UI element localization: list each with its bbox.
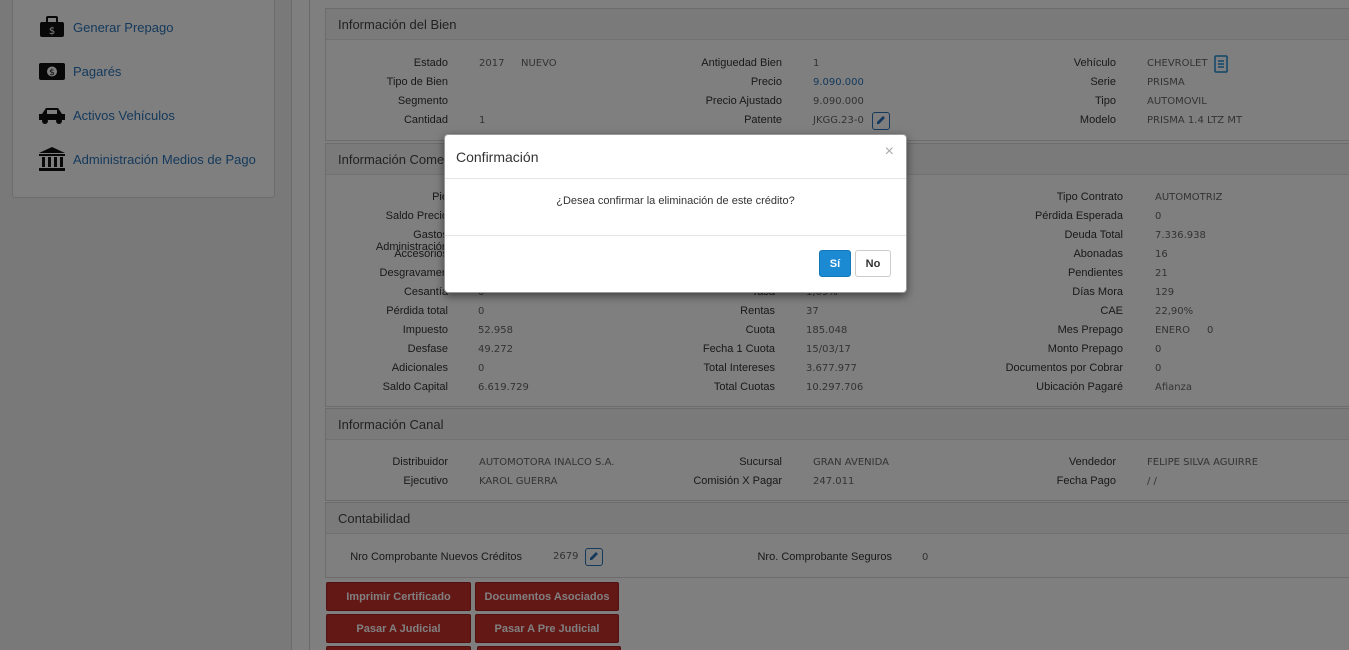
modal-backdrop[interactable] <box>0 0 1349 650</box>
dialog-title: Confirmación <box>456 148 539 165</box>
dialog-body: ¿Desea confirmar la eliminación de este … <box>445 179 906 236</box>
dialog-header: Confirmación <box>445 135 906 179</box>
dialog-message: ¿Desea confirmar la eliminación de este … <box>556 195 795 207</box>
confirm-yes-button[interactable]: Sí <box>819 250 851 277</box>
close-icon[interactable]: × <box>885 143 894 161</box>
confirm-dialog: Confirmación × ¿Desea confirmar la elimi… <box>444 134 907 293</box>
confirm-no-button[interactable]: No <box>855 250 891 277</box>
